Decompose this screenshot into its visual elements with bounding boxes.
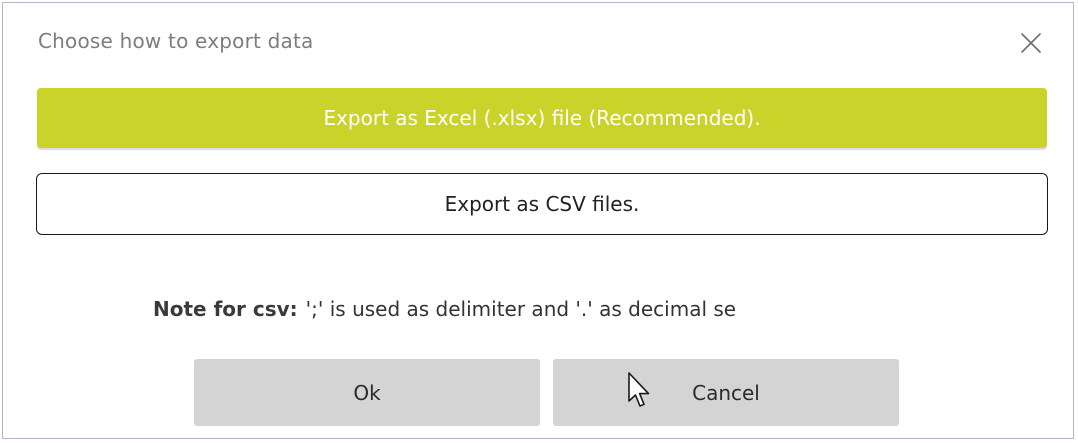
dialog-title: Choose how to export data [38,29,314,53]
cancel-label: Cancel [692,380,760,405]
export-csv-button[interactable]: Export as CSV files. [36,173,1048,235]
csv-note: Note for csv: ';' is used as delimiter an… [153,293,855,325]
cancel-button[interactable]: Cancel [553,359,899,426]
ok-label: Ok [353,380,381,405]
csv-note-label: Note for csv: [153,297,298,321]
close-icon [1021,33,1041,53]
ok-button[interactable]: Ok [194,359,540,426]
csv-note-text: ';' is used as delimiter and '.' as deci… [305,297,737,321]
export-dialog: Choose how to export data Export as Exce… [2,2,1074,439]
export-csv-label: Export as CSV files. [444,192,640,216]
export-excel-button[interactable]: Export as Excel (.xlsx) file (Recommende… [37,88,1047,148]
close-button[interactable] [1013,25,1049,61]
export-excel-label: Export as Excel (.xlsx) file (Recommende… [323,106,761,130]
